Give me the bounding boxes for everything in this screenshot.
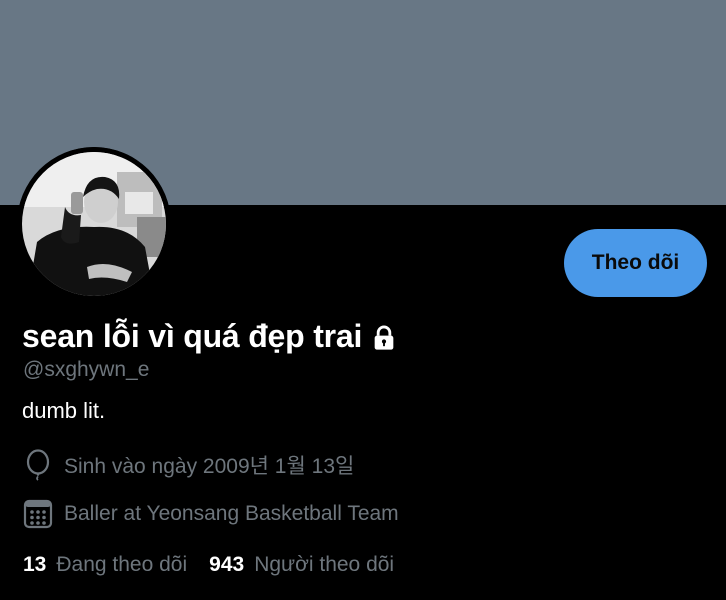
balloon-icon	[22, 449, 54, 481]
birth-date-text: Sinh vào ngày 2009년 1월 13일	[64, 455, 355, 478]
follow-button[interactable]: Theo dõi	[564, 229, 707, 297]
profession-row: Baller at Yeonsang Basketball Team	[22, 498, 399, 530]
birth-date-row: Sinh vào ngày 2009년 1월 13일	[22, 449, 354, 481]
profile-bio: dumb lit.	[22, 398, 106, 423]
profile-name-row: sean lỗi vì quá đẹp trai	[22, 318, 398, 355]
followers-stat[interactable]: 943 Người theo dõi	[209, 553, 394, 577]
calendar-grid-icon	[22, 498, 54, 530]
lock-icon	[370, 324, 398, 352]
following-label: Đang theo dõi	[56, 553, 188, 576]
followers-label: Người theo dõi	[254, 553, 395, 576]
following-stat[interactable]: 13 Đang theo dõi	[23, 553, 187, 577]
profession-text: Baller at Yeonsang Basketball Team	[64, 502, 399, 525]
profile-handle: @sxghywn_e	[23, 358, 150, 381]
avatar[interactable]	[17, 147, 171, 301]
follow-stats: 13 Đang theo dõi 943 Người theo dõi	[23, 553, 394, 577]
following-count: 13	[23, 553, 47, 576]
followers-count: 943	[209, 553, 245, 576]
display-name: sean lỗi vì quá đẹp trai	[22, 318, 363, 354]
